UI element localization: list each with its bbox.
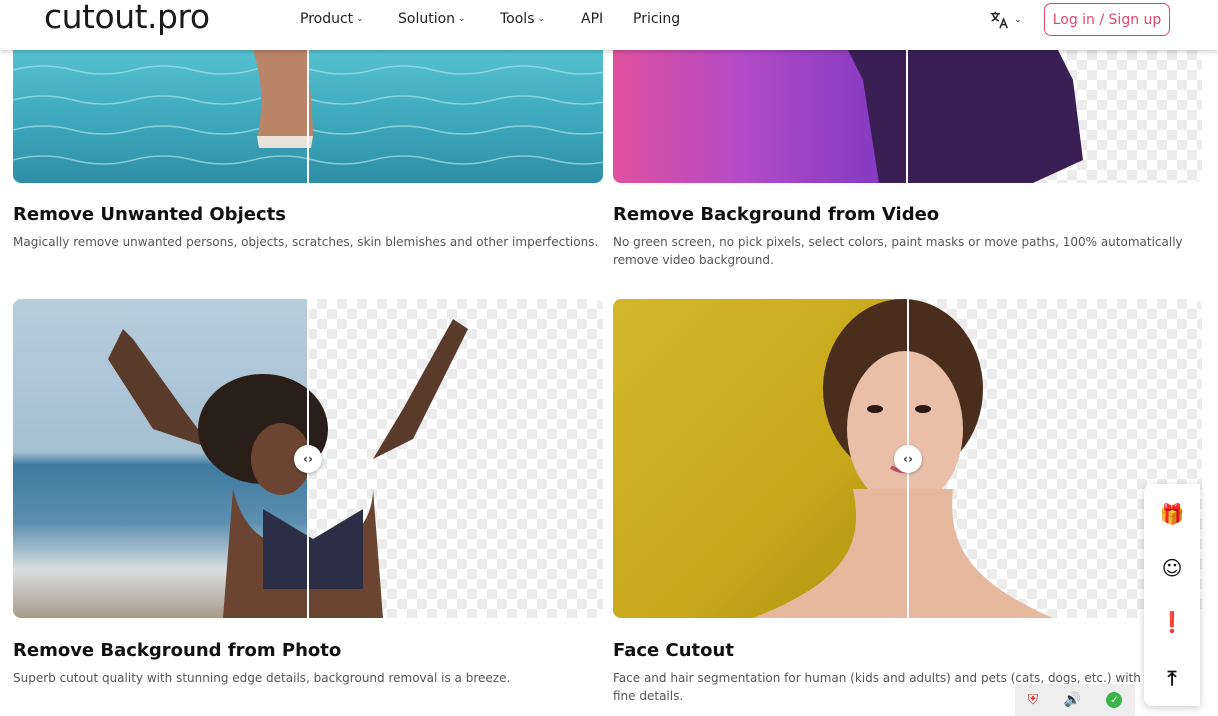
chevron-right-icon: › [908,452,913,466]
feedback-button[interactable]: ❗ [1144,602,1200,642]
compare-divider[interactable] [906,40,908,183]
logo[interactable]: cutout.pro [44,0,210,36]
back-to-top-icon: ⤒ [1167,666,1177,690]
chevron-down-icon: ⌄ [458,14,466,24]
nav-api[interactable]: API [581,11,603,27]
nav-tools-label: Tools [500,11,535,27]
card-description: No green screen, no pick pixels, select … [613,235,1183,267]
card-image-face-cutout[interactable]: ‹ › [613,299,1202,618]
card-title: Remove Background from Video [613,204,940,225]
translate-icon [990,11,1008,29]
nav-solution-label: Solution [398,11,456,27]
card-description: Magically remove unwanted persons, objec… [13,235,599,249]
gift-button[interactable]: 🎁 [1144,494,1200,534]
card-image-remove-objects[interactable] [13,40,603,183]
back-to-top-button[interactable]: ⤒ [1144,658,1200,698]
floating-side-panel: 🎁 ☺ ❗ ⤒ [1144,484,1200,706]
nav-api-label: API [581,11,604,27]
card-image-remove-photo-bg[interactable]: ‹ › [13,299,603,618]
card-image-remove-video-bg[interactable] [613,40,1202,183]
gift-icon: 🎁 [1159,502,1185,526]
card-title: Remove Unwanted Objects [13,204,286,225]
shield-icon[interactable]: ⛨ [1028,692,1039,708]
login-signup-button[interactable]: Log in / Sign up [1044,3,1170,36]
feedback-icon: ❗ [1159,610,1185,634]
support-agent-icon: ☺ [1161,556,1183,580]
chevron-down-icon: ⌄ [537,14,546,24]
nav-pricing-label: Pricing [633,11,681,27]
language-selector[interactable]: ⌄ [988,9,1022,31]
card-title: Face Cutout [613,640,734,661]
nav-solution[interactable]: Solution ⌄ [398,11,466,27]
nav-product-label: Product [300,11,354,27]
nav-tools[interactable]: Tools ⌄ [500,11,545,27]
nav-product[interactable]: Product ⌄ [300,11,364,27]
speaker-icon[interactable]: 🔊 [1064,692,1081,708]
system-tray: ⛨ 🔊 ✓ [1015,684,1135,716]
chevron-right-icon: › [308,452,313,466]
nav-pricing[interactable]: Pricing [633,11,680,27]
support-button[interactable]: ☺ [1144,548,1200,588]
card-description: Superb cutout quality with stunning edge… [13,671,511,685]
card-title: Remove Background from Photo [13,640,342,661]
compare-slider-handle[interactable]: ‹ › [294,445,322,473]
check-icon[interactable]: ✓ [1106,692,1123,708]
chevron-down-icon: ⌄ [356,14,364,24]
compare-slider-handle[interactable]: ‹ › [894,445,922,473]
top-header: cutout.pro Product ⌄ Solution ⌄ Tools ⌄ … [0,0,1218,50]
compare-divider[interactable] [307,40,309,183]
chevron-down-icon: ⌄ [1014,15,1022,25]
